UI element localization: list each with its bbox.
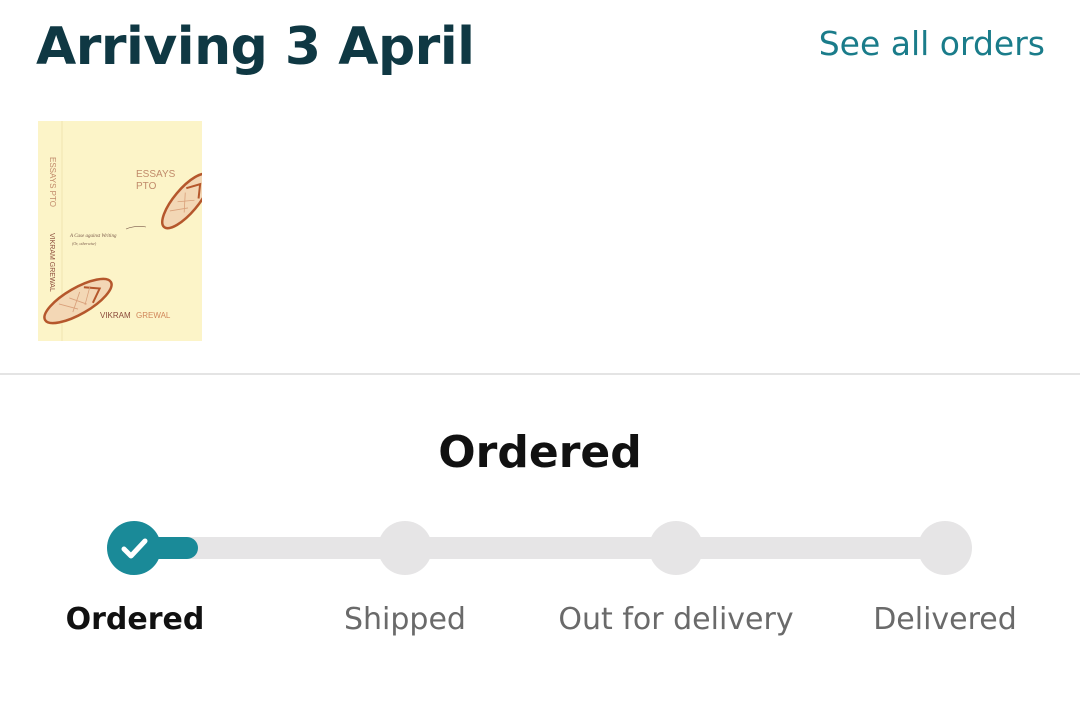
product-thumbnail[interactable]: ESSAYS PTO VIKRAM GREWAL ESSAYS PTO A Ca… (38, 121, 202, 341)
section-divider (0, 373, 1080, 375)
step-node-out-for-delivery (649, 521, 703, 575)
svg-text:VIKRAM: VIKRAM (100, 311, 131, 320)
svg-text:GREWAL: GREWAL (136, 311, 171, 320)
step-node-shipped (378, 521, 432, 575)
step-node-ordered (107, 521, 161, 575)
arrival-title: Arriving 3 April (36, 17, 475, 77)
svg-text:ESSAYS PTO: ESSAYS PTO (48, 157, 57, 207)
step-label-shipped: Shipped (344, 602, 466, 637)
checkmark-icon (121, 538, 148, 559)
current-status-title: Ordered (438, 427, 642, 478)
see-all-orders-link[interactable]: See all orders (819, 24, 1045, 64)
order-tracking-page: Arriving 3 April See all orders ESSAYS P… (0, 0, 1080, 703)
svg-text:PTO: PTO (136, 181, 157, 192)
svg-text:A Case against Writing: A Case against Writing (69, 234, 117, 239)
book-cover-image: ESSAYS PTO VIKRAM GREWAL ESSAYS PTO A Ca… (38, 121, 202, 341)
step-label-out-for-delivery: Out for delivery (558, 602, 794, 637)
step-label-delivered: Delivered (873, 602, 1017, 637)
step-node-delivered (918, 521, 972, 575)
svg-text:ESSAYS: ESSAYS (136, 169, 176, 180)
step-label-ordered: Ordered (65, 602, 205, 637)
progress-track (133, 537, 945, 559)
svg-text:VIKRAM GREWAL: VIKRAM GREWAL (48, 233, 55, 292)
